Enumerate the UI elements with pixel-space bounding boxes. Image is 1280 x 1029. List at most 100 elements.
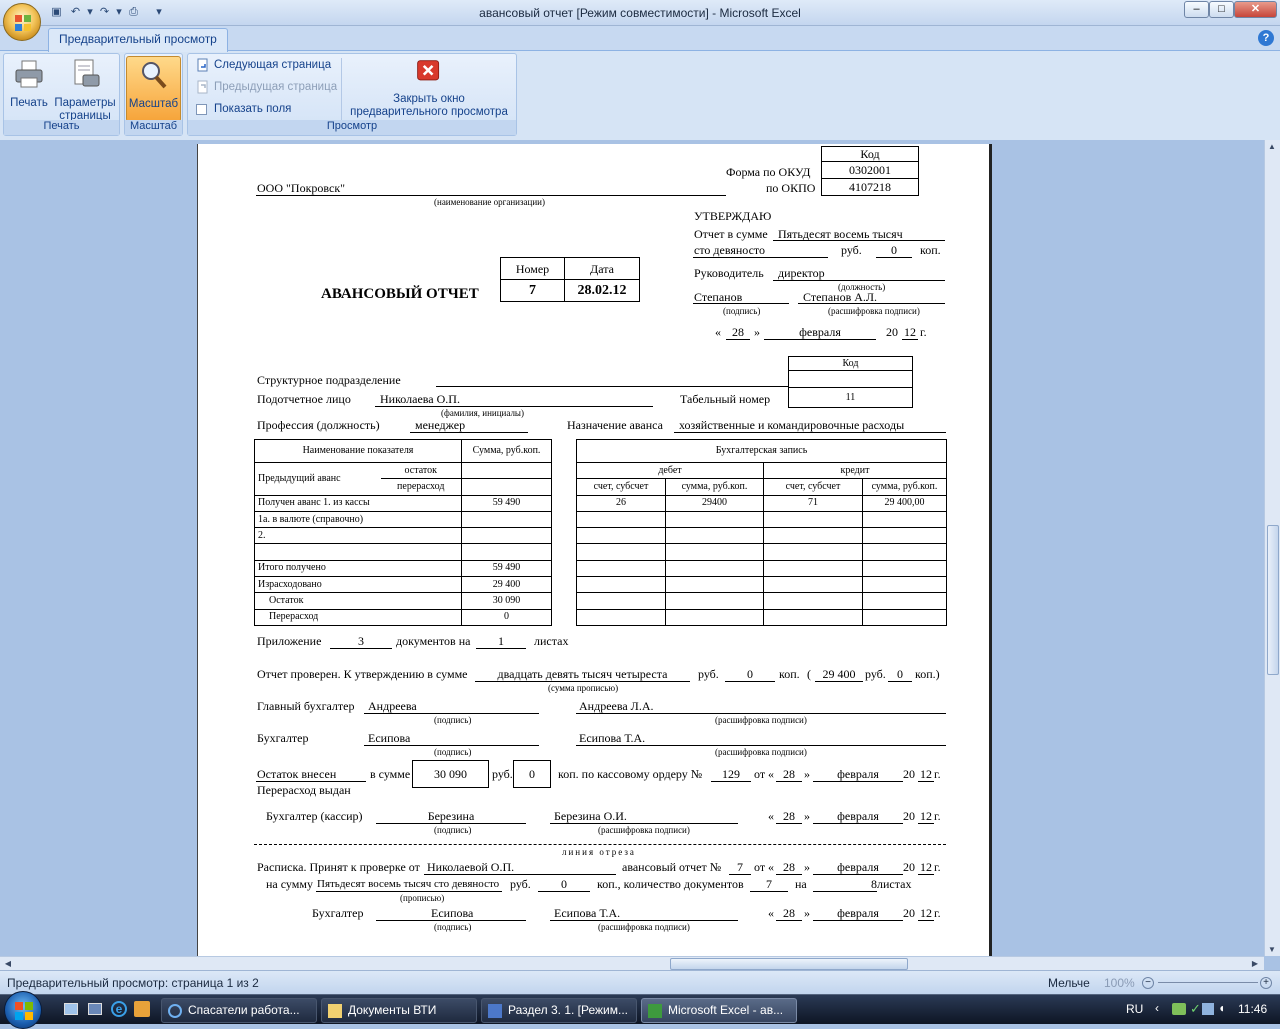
internet-explorer-icon[interactable]: e xyxy=(111,1001,127,1017)
r-acc-name-underline xyxy=(550,920,738,921)
taskbar-item[interactable]: Раздел 3. 1. [Режим... xyxy=(481,998,637,1023)
receipt-label: Расписка. Принят к проверке от xyxy=(257,860,420,874)
redo-dropdown-icon[interactable]: ▾ xyxy=(115,4,123,21)
tab-print-preview[interactable]: Предварительный просмотр xyxy=(48,28,228,52)
group-print: Печать Параметры страницы Печать xyxy=(3,53,120,136)
maximize-button[interactable]: □ xyxy=(1209,1,1234,18)
print-preview-icon[interactable]: ⎙ xyxy=(125,4,142,21)
print-button[interactable]: Печать xyxy=(7,56,51,120)
checked-number-kop: 0 xyxy=(897,667,903,681)
prev-advance-label: Предыдущий аванс xyxy=(254,462,381,496)
media-player-icon[interactable] xyxy=(134,1001,150,1017)
r-year: 12 xyxy=(920,906,932,920)
scroll-up-icon[interactable]: ▲ xyxy=(1265,142,1279,151)
network-icon[interactable] xyxy=(1202,1003,1214,1015)
profession-label: Профессия (должность) xyxy=(257,418,380,432)
cell xyxy=(763,543,863,561)
okud-okpo-codes: Код 0302001 4107218 xyxy=(821,146,919,196)
okpo-code: 4107218 xyxy=(821,178,919,196)
page-setup-button[interactable]: Параметры страницы xyxy=(52,56,118,122)
row-name: 1а. в валюте (справочно) xyxy=(254,510,462,529)
receipt-number: 7 xyxy=(737,860,743,874)
help-icon[interactable]: ? xyxy=(1258,30,1274,46)
number-date-table: Номер Дата 7 28.02.12 xyxy=(500,257,640,302)
org-name: ООО "Покровск" xyxy=(257,181,346,195)
person-underline xyxy=(375,406,653,407)
cell xyxy=(862,608,947,626)
chief-sign-underline xyxy=(364,713,539,714)
docs-on-label: документов на xyxy=(396,634,471,648)
ribbon-tab-row: Предварительный просмотр ? xyxy=(0,26,1280,52)
acc-label: Бухгалтер xyxy=(257,731,309,745)
scroll-right-icon[interactable]: ▶ xyxy=(1248,959,1262,968)
zoom-slider[interactable] xyxy=(1158,982,1258,983)
tray-app-icon[interactable] xyxy=(1172,1003,1186,1015)
undo-dropdown-icon[interactable]: ▾ xyxy=(86,4,94,21)
language-indicator[interactable]: RU xyxy=(1126,1002,1143,1016)
office-logo-icon xyxy=(15,15,31,31)
chief-acc-label: Главный бухгалтер xyxy=(257,699,355,713)
next-page-button[interactable]: Следующая страница xyxy=(194,55,331,75)
prev-overspend-sum xyxy=(461,478,552,496)
undo-icon[interactable]: ↶ xyxy=(67,4,84,21)
approve-g: г. xyxy=(920,325,927,339)
prev-page-button[interactable]: Предыдущая страница xyxy=(194,77,337,97)
volume-icon[interactable]: ◖ xyxy=(1218,1001,1225,1015)
tab-num-value: 11 xyxy=(788,387,913,408)
cashier-day-underline xyxy=(776,823,802,824)
tray-check-icon[interactable]: ✓ xyxy=(1190,1001,1201,1017)
approve-year: 12 xyxy=(904,325,916,339)
clock[interactable]: 11:46 xyxy=(1238,1002,1267,1016)
zoom-plus-icon[interactable]: + xyxy=(1260,977,1272,989)
kop-underline xyxy=(876,257,912,258)
receipt-words: Пятьдесят восемь тысяч сто девяносто xyxy=(317,878,500,890)
horizontal-scroll-thumb[interactable] xyxy=(670,958,908,970)
taskbar-item-active[interactable]: Microsoft Excel - ав... xyxy=(641,998,797,1023)
scroll-left-icon[interactable]: ◀ xyxy=(1,959,15,968)
vertical-scrollbar[interactable]: ▲ ▼ xyxy=(1264,140,1280,956)
cell xyxy=(763,592,863,610)
table-row: Итого получено 59 490 xyxy=(254,559,552,578)
minimize-button[interactable]: – xyxy=(1184,1,1209,18)
close-preview-button[interactable]: Закрыть окно предварительного просмотра xyxy=(346,56,512,120)
scroll-down-icon[interactable]: ▼ xyxy=(1265,945,1279,954)
close-button[interactable]: ✕ xyxy=(1234,1,1277,18)
table-row: Израсходовано 29 400 xyxy=(254,576,552,594)
approve-heading: УТВЕРЖДАЮ xyxy=(694,209,772,223)
show-margins-checkbox[interactable]: Показать поля xyxy=(194,99,291,119)
zoom-out-label[interactable]: Мельче xyxy=(1048,976,1090,990)
table-row xyxy=(576,608,947,626)
cell: 71 xyxy=(763,494,863,512)
taskbar-item[interactable]: Документы ВТИ xyxy=(321,998,477,1023)
approve-yr-prefix: 20 xyxy=(886,325,898,339)
taskbar-item[interactable]: Спасатели работа... xyxy=(161,998,317,1023)
prev-page-label: Предыдущая страница xyxy=(214,81,338,93)
save-icon[interactable]: ▣ xyxy=(48,4,65,21)
cell xyxy=(665,510,764,529)
sheets-label: листах xyxy=(534,634,569,648)
customize-qat-icon[interactable]: ▾ xyxy=(152,4,166,21)
start-button[interactable] xyxy=(4,991,42,1029)
cashier-month: февраля xyxy=(837,809,879,823)
r-acc-sign-hint: (подпись) xyxy=(434,922,472,932)
kod-header: Код xyxy=(821,146,919,162)
switch-windows-icon[interactable] xyxy=(88,1003,102,1015)
report-title: АВАНСОВЫЙ ОТЧЕТ xyxy=(321,286,479,302)
vertical-scroll-thumb[interactable] xyxy=(1267,525,1279,675)
tray-chevron-icon[interactable]: ‹ xyxy=(1155,1001,1159,1015)
cashier-g: г. xyxy=(934,809,941,823)
browser-icon xyxy=(168,1004,182,1018)
show-desktop-icon[interactable] xyxy=(64,1003,78,1015)
zoom-button[interactable]: Масштаб xyxy=(126,56,181,122)
number-header: Номер xyxy=(500,257,565,280)
office-button[interactable] xyxy=(3,3,41,41)
cell xyxy=(576,527,666,545)
dept-kod-header: Код xyxy=(788,356,913,371)
redo-icon[interactable]: ↷ xyxy=(96,4,113,21)
close-preview-icon xyxy=(417,60,440,81)
zoom-minus-icon[interactable]: − xyxy=(1142,977,1154,989)
sum-words-hint: (сумма прописью) xyxy=(548,683,619,693)
prev-remainder-sum xyxy=(461,461,552,480)
horizontal-scrollbar[interactable]: ◀ ▶ xyxy=(0,956,1264,970)
order-day: 28 xyxy=(783,767,795,781)
